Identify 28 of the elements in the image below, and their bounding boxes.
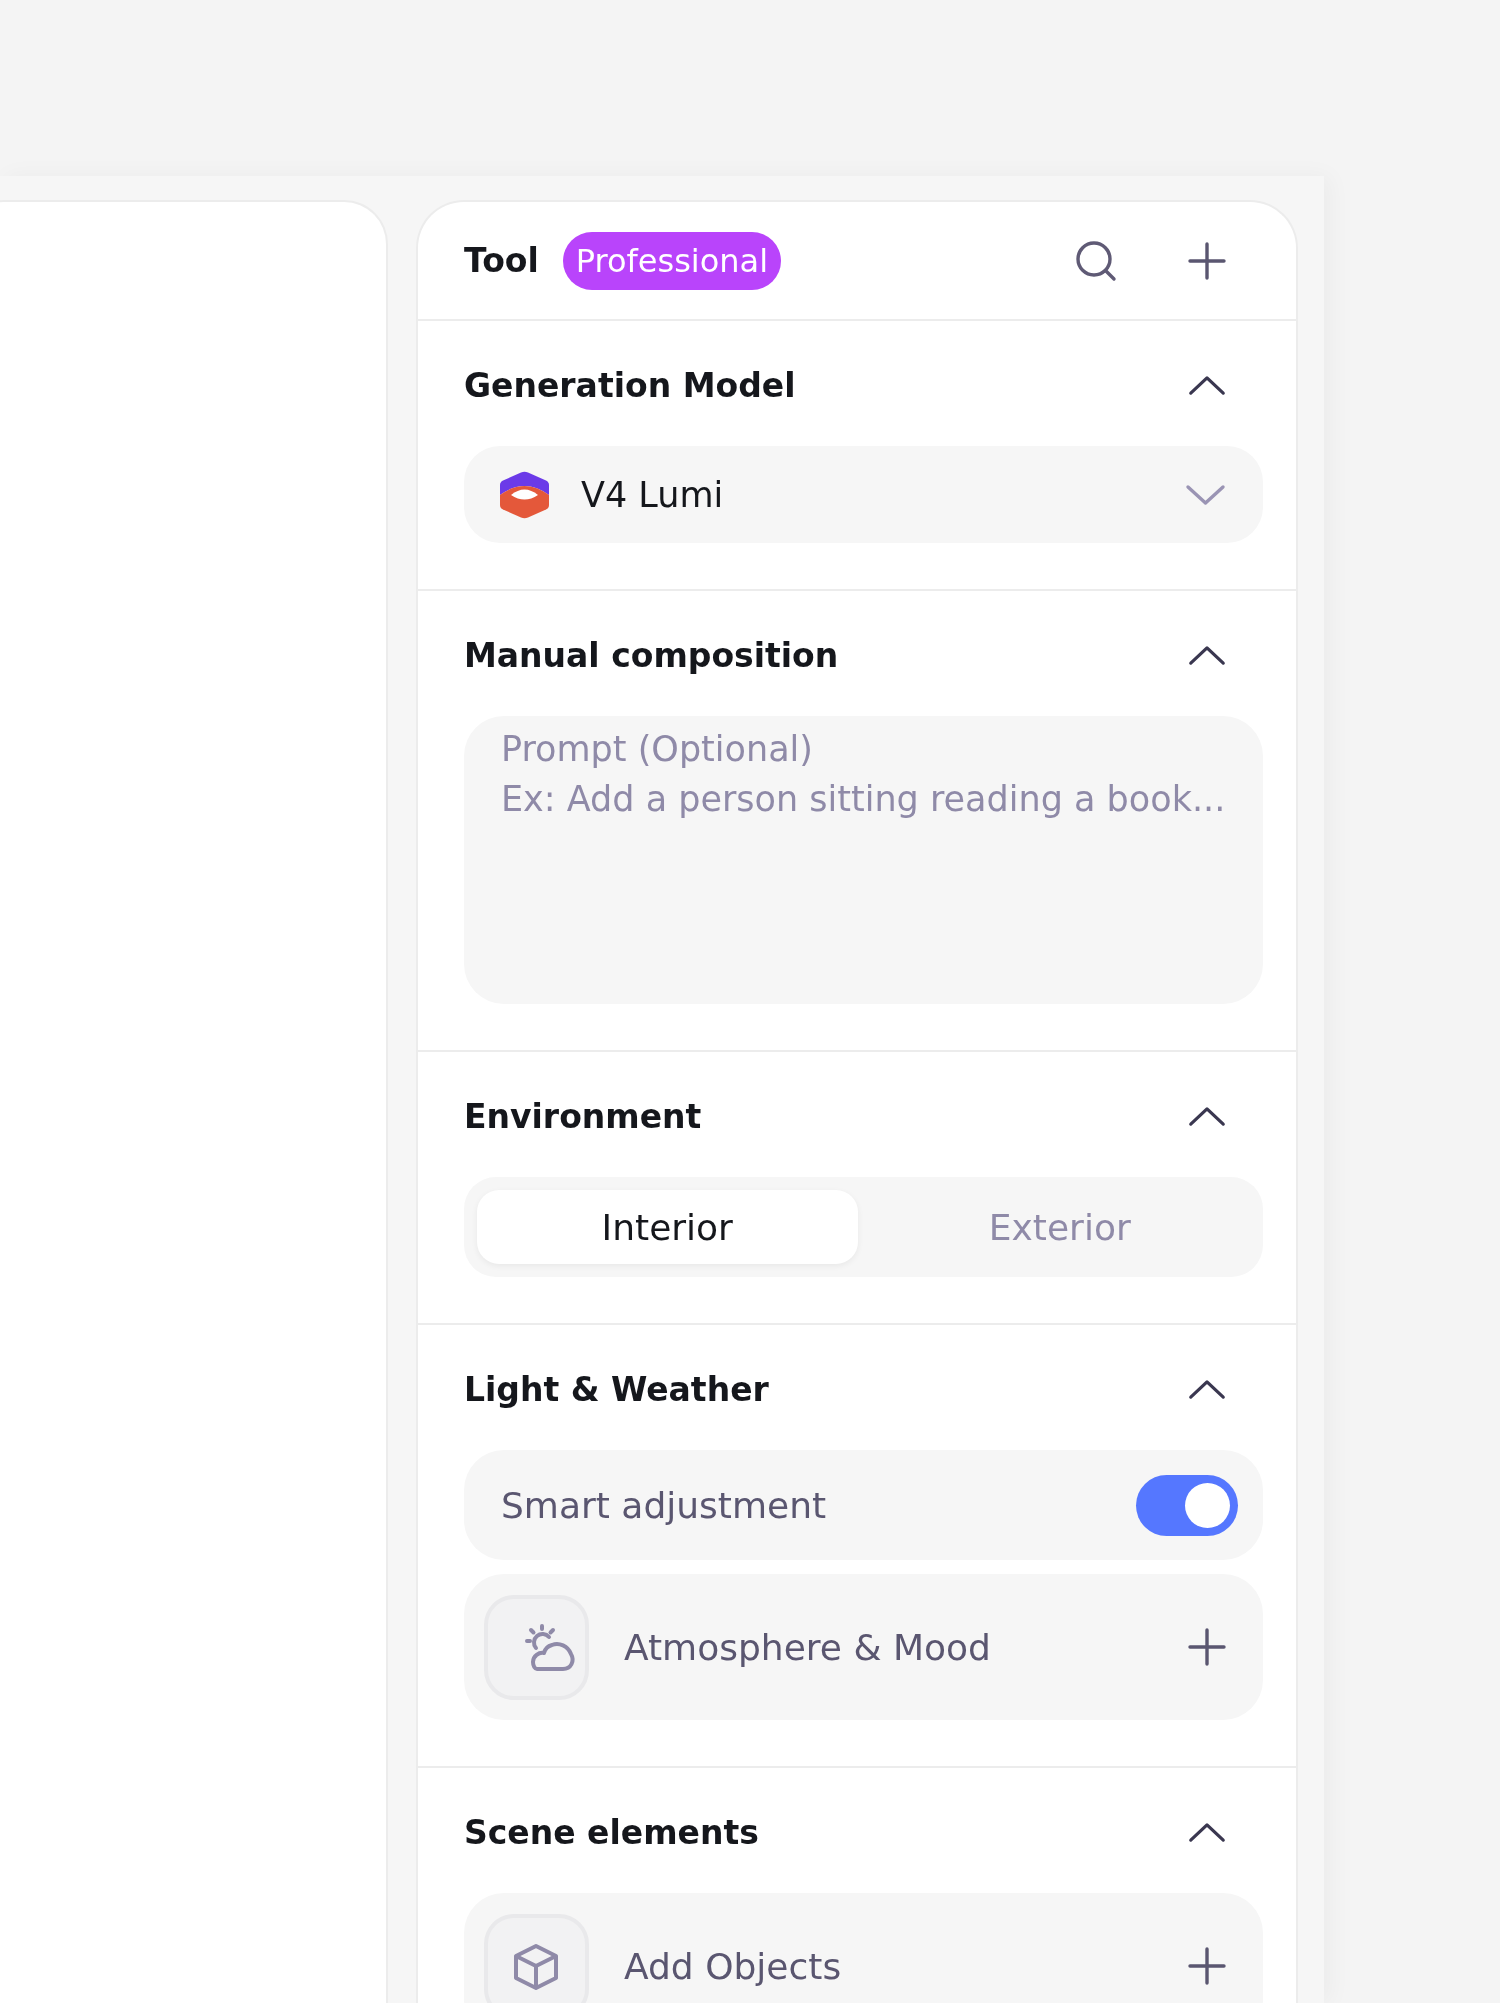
cloud-sun-icon[interactable] xyxy=(484,1594,589,1700)
section-title: Manual composition xyxy=(464,635,839,675)
section-title: Scene elements xyxy=(464,1812,759,1852)
chevron-up-icon[interactable] xyxy=(1188,1378,1226,1400)
toggle-switch[interactable] xyxy=(1136,1474,1238,1536)
plus-icon[interactable] xyxy=(1188,241,1226,280)
chevron-up-icon[interactable] xyxy=(1188,644,1226,666)
model-select[interactable]: V4 Lumi xyxy=(464,446,1263,543)
chevron-up-icon[interactable] xyxy=(1188,1105,1226,1127)
field-label: Prompt (Optional) xyxy=(501,728,813,771)
section-title: Light & Weather xyxy=(464,1369,769,1409)
plus-icon[interactable] xyxy=(1188,1947,1226,1985)
chevron-up-icon[interactable] xyxy=(1188,1821,1226,1843)
plus-icon[interactable] xyxy=(1188,1628,1226,1666)
search-icon[interactable] xyxy=(1075,239,1117,282)
cube-icon[interactable] xyxy=(484,1913,589,2003)
panel-title: Tool xyxy=(464,241,539,280)
section-title: Generation Model xyxy=(464,365,796,405)
option-row[interactable]: Add Objects xyxy=(464,1893,1263,2003)
plan-badge: Professional xyxy=(562,231,782,290)
setting-label: Smart adjustment xyxy=(501,1484,828,1526)
chevron-up-icon[interactable] xyxy=(1188,374,1226,396)
section-title: Environment xyxy=(464,1096,702,1136)
option-label: Add Objects xyxy=(624,1945,843,1987)
option-row[interactable]: Atmosphere & Mood xyxy=(464,1574,1263,1720)
chevron-down-icon xyxy=(1185,483,1226,506)
option-label: Atmosphere & Mood xyxy=(624,1626,992,1668)
segment-tab[interactable]: Interior xyxy=(477,1190,858,1264)
